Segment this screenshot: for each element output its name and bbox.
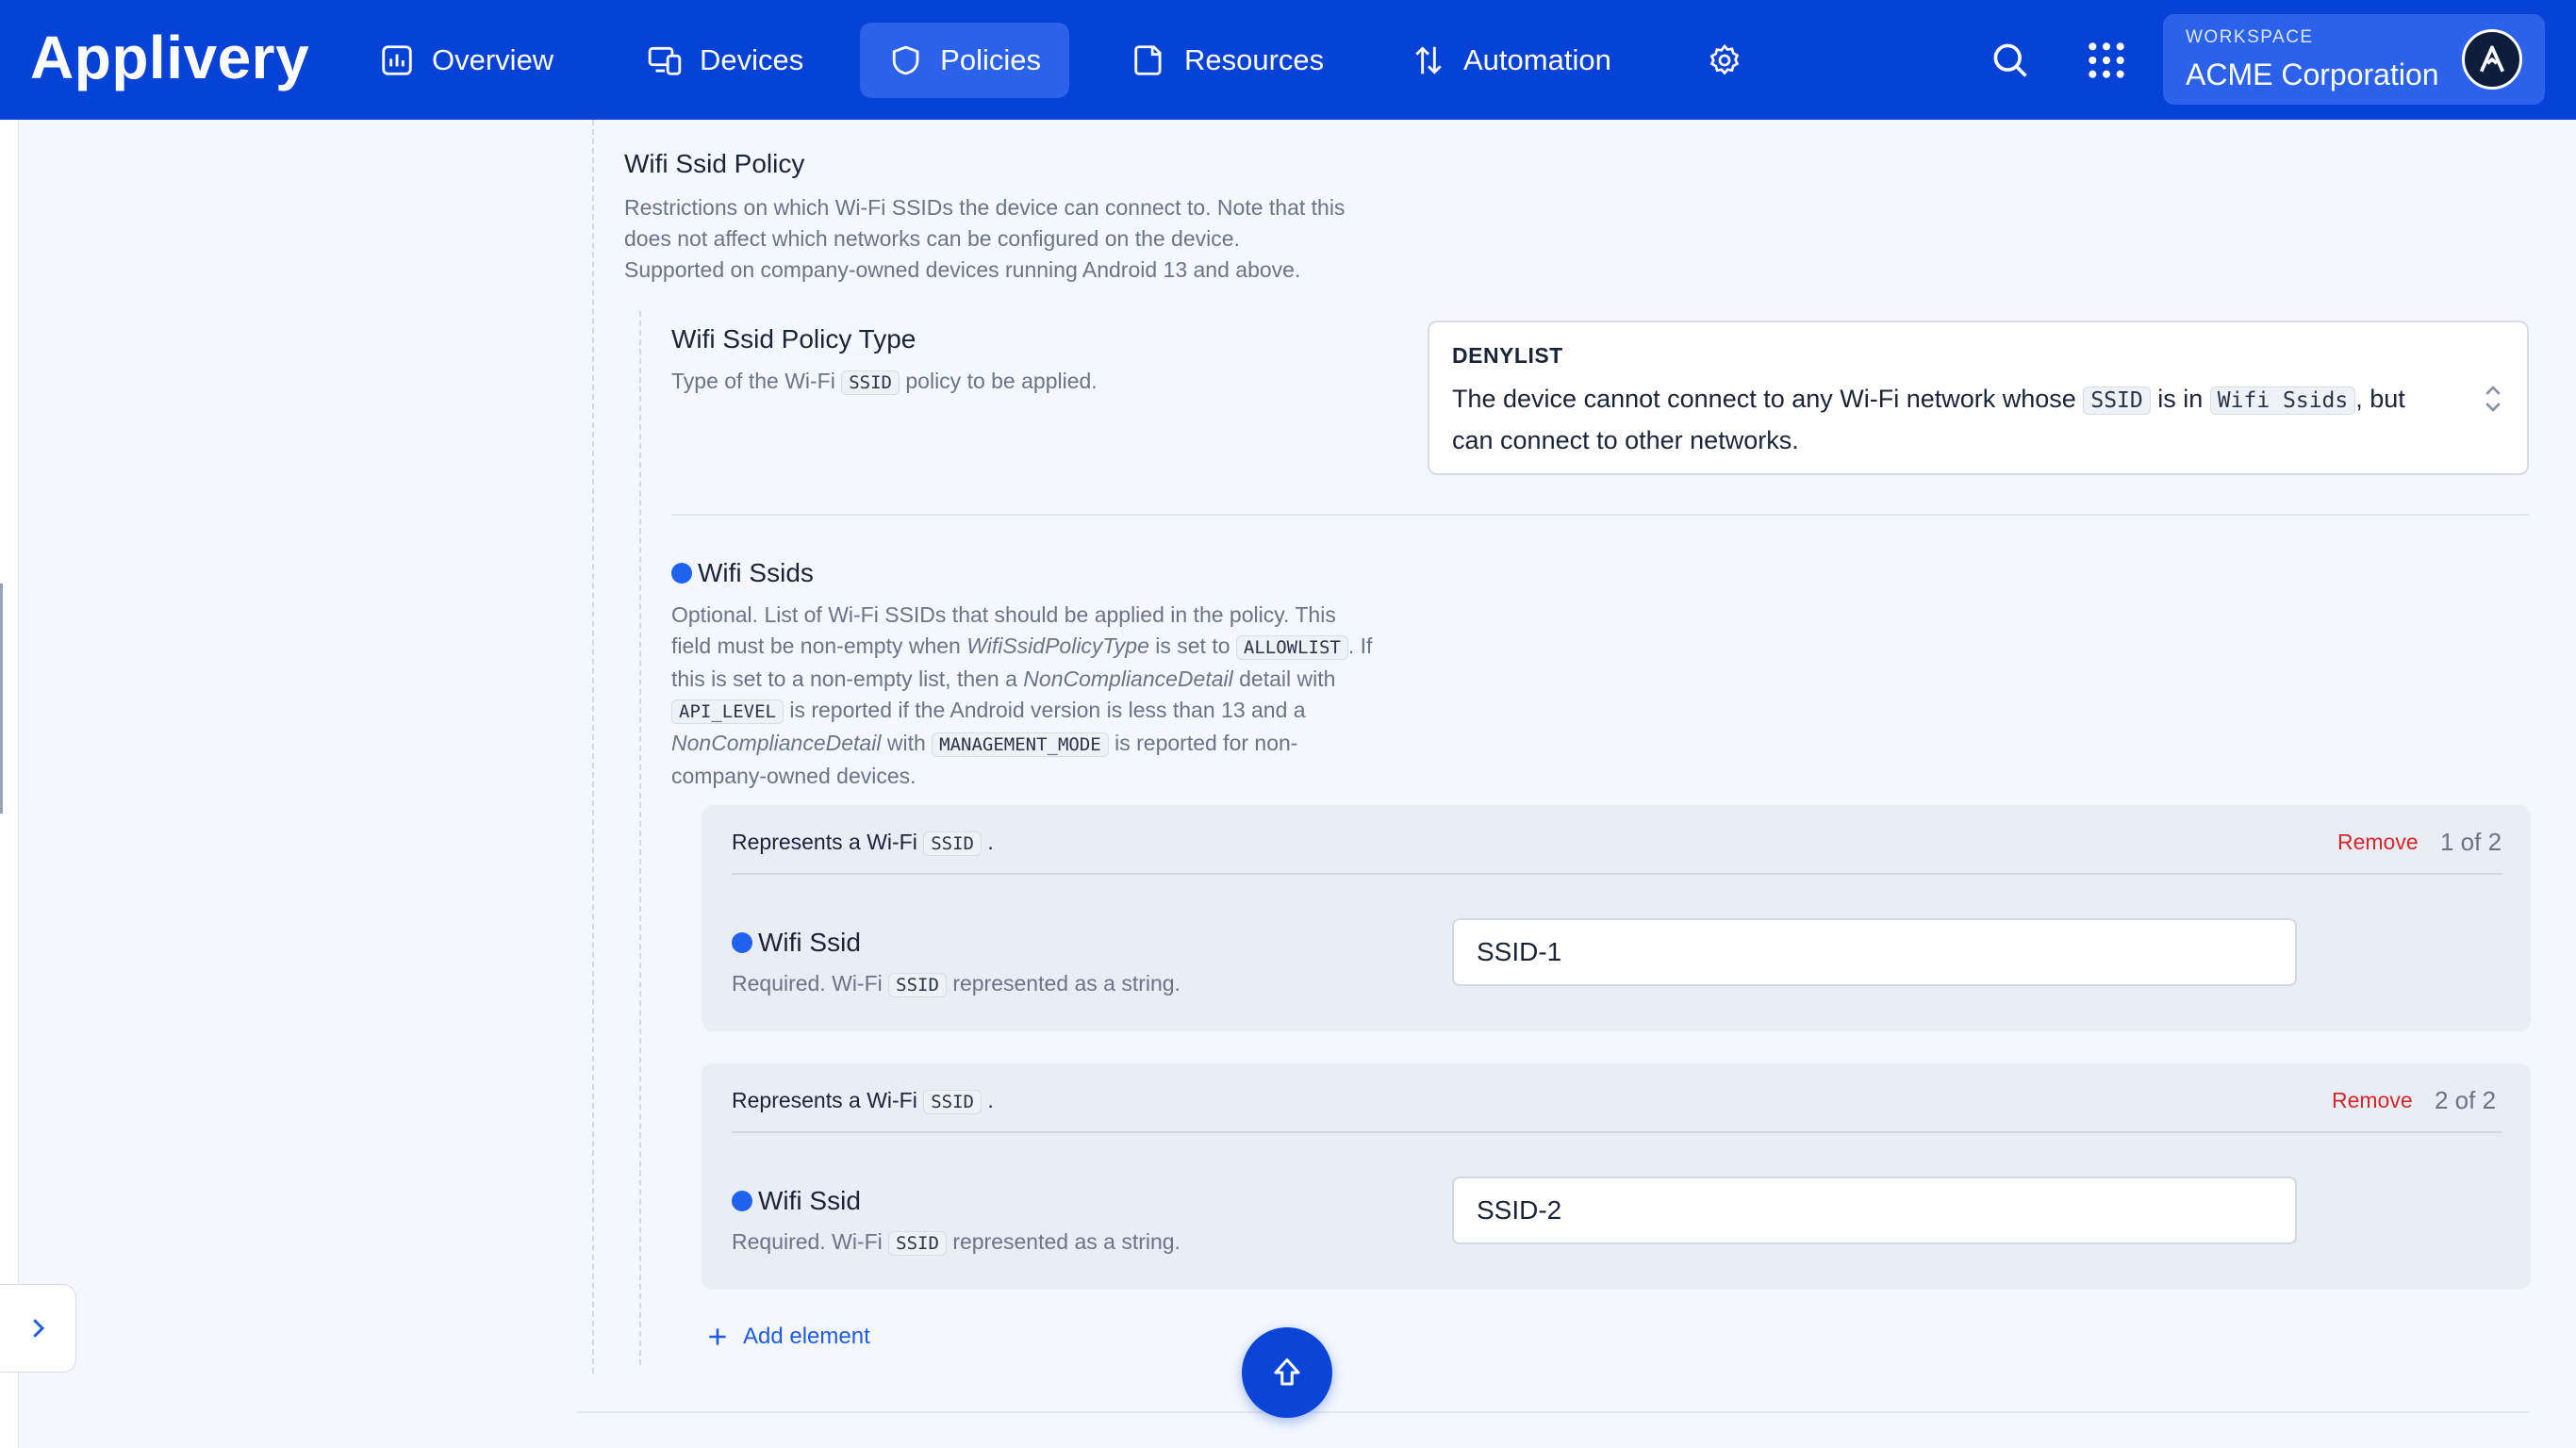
- section-divider: [671, 514, 2529, 516]
- apps-grid-button[interactable]: [2080, 34, 2133, 87]
- footer-divider: [577, 1411, 2529, 1413]
- required-dot-icon: [671, 563, 692, 584]
- plus-icon: [709, 1328, 726, 1345]
- wifi-ssids-title: Wifi Ssids: [671, 558, 814, 588]
- card-divider: [732, 1131, 2502, 1133]
- wifi-ssid-label: Wifi Ssid: [732, 1186, 861, 1216]
- gear-icon: [1709, 43, 1740, 75]
- workspace-label: WORKSPACE: [2186, 27, 2314, 47]
- arrow-up-icon: [1274, 1358, 1300, 1386]
- applivery-logo[interactable]: Applivery: [30, 23, 309, 92]
- top-navigation-bar: Applivery Overview Devices Policies Reso…: [0, 0, 2576, 120]
- wifi-ssids-description: Optional. List of Wi-Fi SSIDs that shoul…: [671, 602, 1373, 788]
- nav-devices-label: Devices: [700, 43, 804, 76]
- scroll-indicator: [0, 584, 3, 814]
- code-ssid: SSID: [841, 370, 900, 395]
- search-button[interactable]: [1984, 34, 2037, 87]
- remove-element-button[interactable]: Remove: [2337, 830, 2419, 855]
- nav-automation-label: Automation: [1463, 43, 1611, 76]
- wifi-ssid-description: Required. Wi-Fi SSID represented as a st…: [732, 1229, 1181, 1256]
- expand-sidebar-button[interactable]: [0, 1284, 76, 1373]
- policy-type-select[interactable]: DENYLIST The device cannot connect to an…: [1428, 321, 2529, 475]
- nav-automation[interactable]: Automation: [1382, 23, 1640, 98]
- nav-resources-label: Resources: [1184, 43, 1325, 76]
- chevron-right-icon: [33, 1319, 45, 1338]
- left-rail: [0, 120, 19, 1448]
- wifi-ssid-input[interactable]: [1452, 1176, 2297, 1244]
- wifi-ssid-label: Wifi Ssid: [732, 928, 861, 958]
- wifi-ssid-input[interactable]: [1452, 918, 2297, 986]
- policy-type-title: Wifi Ssid Policy Type: [671, 324, 916, 354]
- remove-element-button[interactable]: Remove: [2332, 1088, 2413, 1113]
- ssid-element-card: Represents a Wi-Fi SSID . Remove 2 of 2 …: [702, 1063, 2531, 1290]
- add-element-label: Add element: [743, 1324, 870, 1349]
- shield-icon: [892, 45, 919, 75]
- devices-icon: [648, 46, 682, 75]
- nav-overview[interactable]: Overview: [351, 23, 582, 98]
- workspace-name: ACME Corporation: [2186, 58, 2439, 91]
- nav-resources[interactable]: Resources: [1103, 23, 1352, 98]
- search-icon: [1993, 43, 2027, 77]
- element-card-header: Represents a Wi-Fi SSID .: [732, 830, 994, 856]
- scroll-to-top-button[interactable]: [1242, 1327, 1332, 1418]
- settings-button[interactable]: [1698, 34, 1751, 87]
- nav-overview-label: Overview: [432, 43, 554, 76]
- required-dot-icon: [732, 1191, 752, 1211]
- section-title: Wifi Ssid Policy: [624, 149, 805, 178]
- add-element-button[interactable]: Add element: [705, 1324, 870, 1350]
- folder-icon: [1134, 45, 1162, 75]
- policy-type-description: Type of the Wi-Fi SSID policy to be appl…: [671, 369, 1098, 395]
- card-divider: [732, 873, 2502, 875]
- required-dot-icon: [732, 932, 752, 953]
- element-counter: 2 of 2: [2435, 1086, 2497, 1114]
- section-description: Restrictions on which Wi-Fi SSIDs the de…: [624, 195, 1346, 282]
- select-updown-icon: [2480, 383, 2506, 420]
- nav-devices[interactable]: Devices: [619, 23, 832, 98]
- grid-icon: [2089, 42, 2124, 78]
- workspace-switcher[interactable]: WORKSPACE ACME Corporation: [2163, 14, 2545, 105]
- nested-guide-line: [639, 311, 641, 1365]
- automation-icon: [1415, 46, 1442, 74]
- nav-policies[interactable]: Policies: [860, 23, 1069, 98]
- element-card-header: Represents a Wi-Fi SSID .: [732, 1088, 994, 1114]
- element-counter: 1 of 2: [2440, 828, 2502, 856]
- chart-icon: [382, 45, 412, 75]
- policy-type-selected-description: The device cannot connect to any Wi-Fi n…: [1452, 385, 2405, 454]
- policy-type-selected-value: DENYLIST: [1452, 343, 1563, 368]
- nav-policies-label: Policies: [940, 43, 1041, 76]
- wifi-ssid-description: Required. Wi-Fi SSID represented as a st…: [732, 971, 1181, 997]
- applivery-avatar-icon[interactable]: [2462, 29, 2522, 90]
- ssid-element-card: Represents a Wi-Fi SSID . Remove 1 of 2 …: [702, 805, 2531, 1031]
- section-guide-line: [592, 120, 594, 1374]
